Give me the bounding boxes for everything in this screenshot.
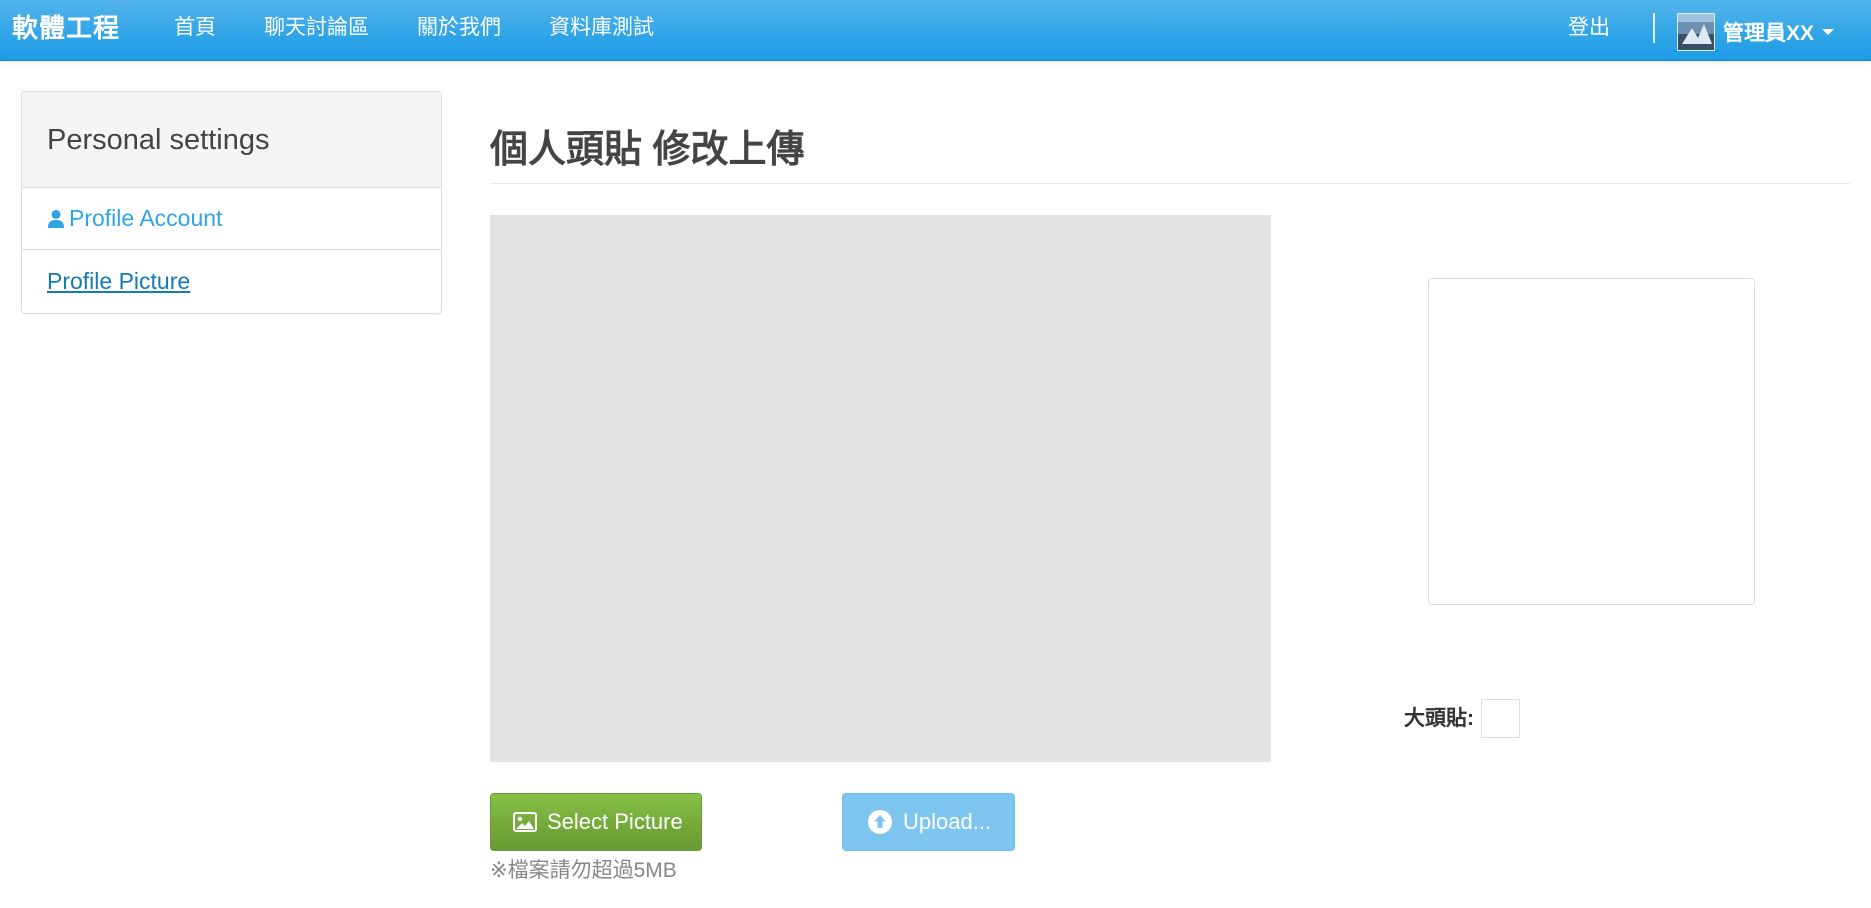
file-size-hint: ※檔案請勿超過5MB [490,859,677,882]
big-avatar-label: 大頭貼: [1404,707,1474,730]
personal-settings-panel: Personal settings Profile Account Profil… [21,91,442,314]
upload-label: Upload... [903,809,992,834]
avatar [1677,13,1715,51]
panel-heading: Personal settings [22,92,441,188]
user-icon [48,209,64,228]
brand-logo[interactable]: 軟體工程 [12,0,120,56]
chevron-down-icon [1822,29,1835,35]
nav-link-database-test[interactable]: 資料庫測試 [525,0,678,56]
user-name: 管理員XX [1723,22,1815,45]
logout-link[interactable]: 登出 [1568,0,1610,56]
upload-icon [867,809,893,835]
avatar-preview-small [1481,699,1520,738]
sidebar-item-label: Profile Picture [47,267,191,294]
sidebar-item-label: Profile Account [69,205,223,231]
title-divider [490,183,1850,184]
nav-link-home[interactable]: 首頁 [150,0,240,56]
sidebar-item-profile-picture[interactable]: Profile Picture [22,250,441,312]
select-picture-label: Select Picture [547,809,683,834]
page-title: 個人頭貼 修改上傳 [490,129,805,171]
panel-title: Personal settings [47,124,270,156]
nav-menu: 首頁 聊天討論區 關於我們 資料庫測試 [150,0,678,56]
image-crop-area[interactable] [490,215,1271,762]
nav-link-chat[interactable]: 聊天討論區 [240,0,393,56]
image-icon [513,812,537,832]
user-menu-dropdown[interactable]: 管理員XX [1677,12,1835,52]
avatar-preview-large [1428,278,1755,605]
select-picture-button[interactable]: Select Picture [490,793,702,851]
upload-button[interactable]: Upload... [842,793,1015,851]
top-navbar: 軟體工程 首頁 聊天討論區 關於我們 資料庫測試 登出 管理員XX [0,0,1871,61]
nav-divider [1653,13,1655,43]
nav-link-about[interactable]: 關於我們 [393,0,525,56]
sidebar-item-profile-account[interactable]: Profile Account [22,188,441,250]
